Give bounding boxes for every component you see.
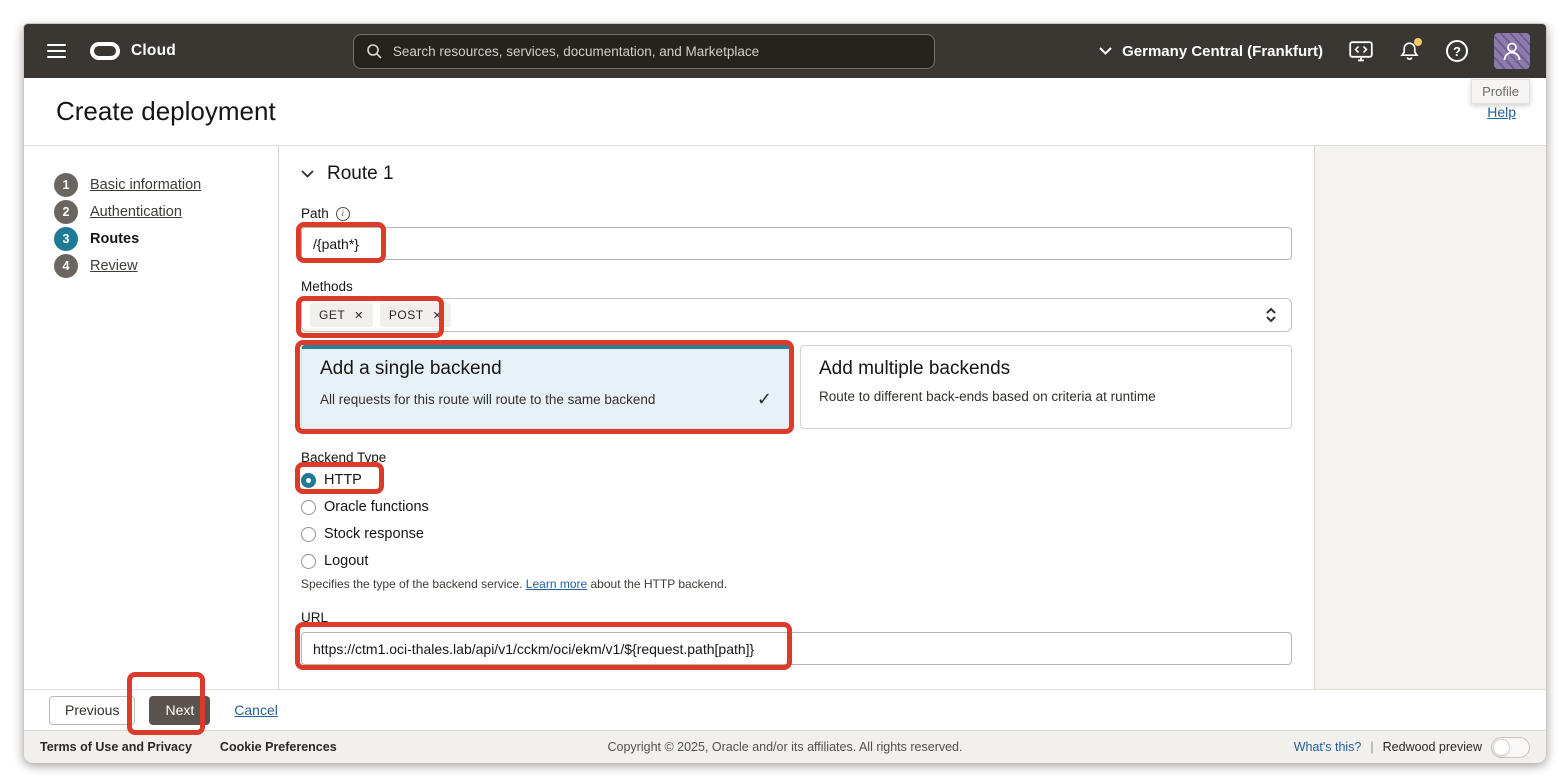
path-input[interactable] <box>301 227 1292 260</box>
methods-select[interactable]: GET ✕ POST ✕ <box>301 298 1292 332</box>
region-label: Germany Central (Frankfurt) <box>1122 43 1323 60</box>
region-selector[interactable]: Germany Central (Frankfurt) <box>1099 43 1323 60</box>
chip-remove-icon[interactable]: ✕ <box>354 309 364 322</box>
collapse-chevron-icon[interactable] <box>301 170 314 178</box>
chip-remove-icon[interactable]: ✕ <box>433 309 443 322</box>
oracle-logo-icon <box>90 42 120 60</box>
backend-type-helper-text: Specifies the type of the backend servic… <box>301 578 1292 591</box>
step-number-badge: 3 <box>54 227 78 251</box>
step-number-badge: 4 <box>54 254 78 278</box>
chevron-down-icon <box>1099 47 1112 55</box>
wizard-step-nav: 1 Basic information 2 Authentication 3 R… <box>24 146 279 689</box>
cookie-preferences-link[interactable]: Cookie Preferences <box>220 740 337 754</box>
cloud-shell-icon[interactable] <box>1349 41 1373 62</box>
app-window: Cloud Germany Central (Frankfurt) <box>23 23 1547 762</box>
card-title: Add multiple backends <box>819 358 1273 380</box>
info-icon[interactable]: i <box>336 207 350 221</box>
search-input[interactable] <box>393 44 922 59</box>
path-label: Path i <box>301 206 1292 221</box>
step-authentication[interactable]: 2 Authentication <box>54 200 278 224</box>
profile-avatar[interactable] <box>1494 33 1530 69</box>
terms-link[interactable]: Terms of Use and Privacy <box>40 740 192 754</box>
step-basic-information[interactable]: 1 Basic information <box>54 173 278 197</box>
radio-logout[interactable]: Logout <box>301 551 1292 571</box>
radio-label: HTTP <box>324 472 362 488</box>
right-gutter <box>1314 146 1546 689</box>
search-icon <box>366 43 383 60</box>
step-number-badge: 2 <box>54 200 78 224</box>
learn-more-link[interactable]: Learn more <box>526 577 587 591</box>
selected-check-icon: ✓ <box>757 389 772 410</box>
card-description: Route to different back-ends based on cr… <box>819 389 1273 404</box>
radio-label: Oracle functions <box>324 499 429 515</box>
step-number-badge: 1 <box>54 173 78 197</box>
menu-icon[interactable] <box>47 44 66 59</box>
step-link-basic-information[interactable]: Basic information <box>90 177 201 193</box>
chip-label: GET <box>319 308 345 322</box>
methods-label: Methods <box>301 279 1292 294</box>
cancel-link[interactable]: Cancel <box>234 702 278 718</box>
route-form: Route 1 Path i Methods GET ✕ POST ✕ <box>279 146 1314 689</box>
card-description: All requests for this route will route t… <box>320 392 757 407</box>
single-backend-card[interactable]: Add a single backend All requests for th… <box>301 345 793 429</box>
route-section-title: Route 1 <box>327 163 394 185</box>
radio-label: Stock response <box>324 526 424 542</box>
card-title: Add a single backend <box>320 358 774 380</box>
radio-oracle-functions[interactable]: Oracle functions <box>301 497 1292 517</box>
step-link-review[interactable]: Review <box>90 258 138 274</box>
question-glyph: ? <box>1453 44 1461 59</box>
notifications-bell-icon[interactable] <box>1399 40 1420 62</box>
radio-icon[interactable] <box>301 500 316 515</box>
top-navigation-bar: Cloud Germany Central (Frankfurt) <box>24 24 1546 78</box>
step-routes[interactable]: 3 Routes <box>54 227 278 251</box>
oracle-cloud-logo[interactable]: Cloud <box>90 42 176 60</box>
backend-type-radio-group: HTTP Oracle functions Stock response Log… <box>301 470 1292 571</box>
previous-button[interactable]: Previous <box>49 696 135 725</box>
radio-stock-response[interactable]: Stock response <box>301 524 1292 544</box>
page-title: Create deployment <box>56 96 276 127</box>
profile-tooltip: Profile <box>1471 79 1530 104</box>
step-link-routes: Routes <box>90 231 139 247</box>
global-search[interactable] <box>353 34 935 69</box>
help-icon[interactable]: ? <box>1446 40 1468 62</box>
content-area: 1 Basic information 2 Authentication 3 R… <box>24 146 1546 689</box>
toggle-knob[interactable] <box>1493 739 1510 756</box>
backend-type-label: Backend Type <box>301 450 1292 465</box>
backend-mode-cards: Add a single backend All requests for th… <box>301 345 1292 429</box>
radio-selected-icon[interactable] <box>301 473 316 488</box>
route-section-header[interactable]: Route 1 <box>301 161 1292 187</box>
step-review[interactable]: 4 Review <box>54 254 278 278</box>
page-header: Create deployment Help <box>24 78 1546 146</box>
whats-this-link[interactable]: What's this? <box>1294 740 1362 754</box>
help-link[interactable]: Help <box>1487 104 1516 120</box>
select-caret-icon <box>1265 307 1277 323</box>
multiple-backends-card[interactable]: Add multiple backends Route to different… <box>800 345 1292 429</box>
method-chip-get: GET ✕ <box>310 303 373 327</box>
redwood-preview-label: Redwood preview <box>1383 740 1482 754</box>
redwood-preview-toggle[interactable] <box>1491 737 1530 758</box>
console-footer: Terms of Use and Privacy Cookie Preferen… <box>24 730 1546 763</box>
person-icon <box>1500 39 1524 63</box>
method-chip-post: POST ✕ <box>380 303 451 327</box>
step-link-authentication[interactable]: Authentication <box>90 204 182 220</box>
chip-label: POST <box>389 308 424 322</box>
radio-http[interactable]: HTTP <box>301 470 1292 490</box>
notification-dot <box>1414 38 1422 46</box>
footer-divider: | <box>1370 740 1373 754</box>
radio-icon[interactable] <box>301 527 316 542</box>
brand-label: Cloud <box>131 42 176 60</box>
url-label: URL <box>301 610 1292 625</box>
radio-label: Logout <box>324 553 368 569</box>
radio-icon[interactable] <box>301 554 316 569</box>
next-button[interactable]: Next <box>149 696 210 725</box>
url-input[interactable] <box>301 632 1292 665</box>
wizard-action-bar: Previous Next Cancel <box>24 689 1546 730</box>
